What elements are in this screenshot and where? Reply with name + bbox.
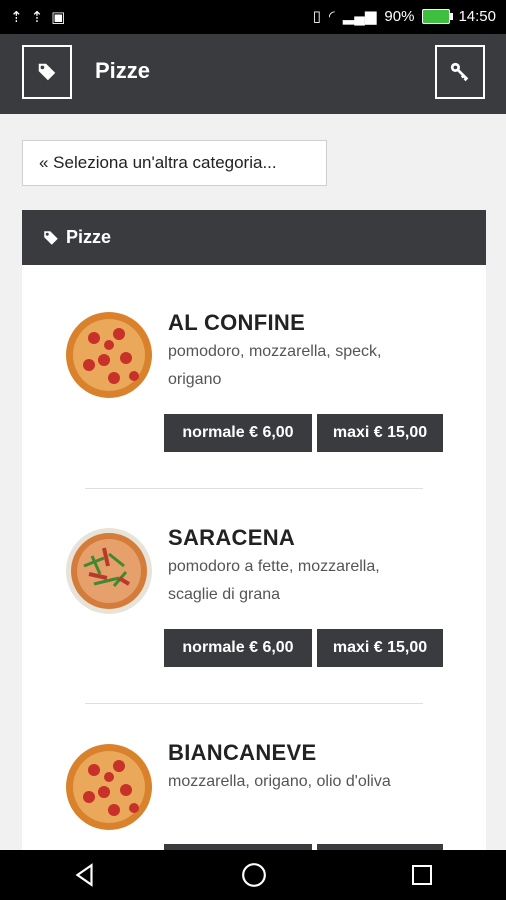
battery-icon — [422, 8, 454, 24]
menu-card: Pizze AL CONFINE pomodoro, mozzarella, s… — [22, 210, 486, 882]
item-description: pomodoro a fette, mozzarella, scaglie di… — [168, 558, 380, 603]
price-normal-button[interactable]: normale € 6,00 — [164, 414, 312, 452]
pizza-image — [66, 744, 152, 830]
usb-icon: ⇡ — [30, 9, 44, 26]
home-icon[interactable] — [241, 862, 267, 888]
price-maxi-button[interactable]: maxi € 15,00 — [317, 629, 443, 667]
recents-icon[interactable] — [410, 863, 434, 887]
navigation-bar — [0, 850, 506, 900]
tag-icon — [38, 63, 56, 81]
app-bar: Pizze — [0, 34, 506, 114]
login-button[interactable] — [435, 45, 485, 99]
signal-icon: ▂▄▆ — [342, 8, 377, 25]
card-header: Pizze — [22, 210, 486, 265]
tag-icon — [44, 230, 58, 245]
divider — [85, 703, 423, 704]
item-name: SARACENA — [168, 525, 296, 550]
page-title: Pizze — [95, 58, 151, 83]
card-header-title: Pizze — [66, 227, 112, 247]
item-name: AL CONFINE — [168, 310, 306, 335]
pizza-image — [66, 312, 152, 398]
back-icon[interactable] — [72, 862, 98, 888]
item-description: mozzarella, origano, olio d'oliva — [168, 773, 391, 790]
price-maxi-button[interactable]: maxi € 15,00 — [317, 414, 443, 452]
select-category-button[interactable]: « Seleziona un'altra categoria... — [22, 140, 327, 186]
divider — [85, 488, 423, 489]
key-icon — [450, 62, 469, 82]
notification-icon: ▣ — [51, 9, 66, 26]
wifi-icon: ◜ — [328, 8, 335, 25]
price-normal-button[interactable]: normale € 6,00 — [164, 629, 312, 667]
pizza-image — [66, 528, 152, 614]
item-description: pomodoro, mozzarella, speck, origano — [168, 343, 382, 388]
usb-icon: ⇡ — [10, 9, 23, 26]
item-name: BIANCANEVE — [168, 740, 317, 765]
status-bar: ⇡ ⇡ ▣ ▯ ◜ ▂▄▆ 90% 14:50 — [0, 0, 506, 34]
clock: 14:50 — [458, 7, 496, 25]
tag-menu-button[interactable] — [22, 45, 72, 99]
vibrate-icon: ▯ — [312, 8, 321, 25]
battery-percent: 90% — [384, 7, 415, 25]
